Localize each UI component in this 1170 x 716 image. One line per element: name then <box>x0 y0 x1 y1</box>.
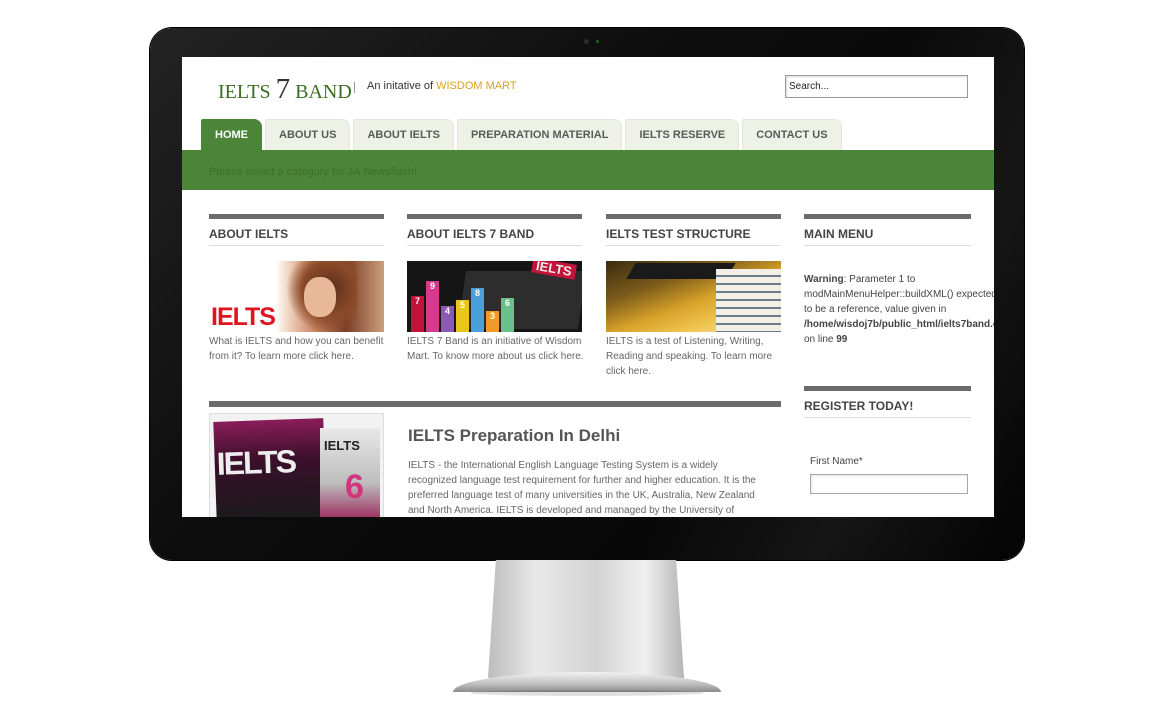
nav-tab-contact-us[interactable]: CONTACT US <box>742 119 842 150</box>
band-bar: 8 <box>471 288 484 332</box>
nav-tab-ielts-reserve[interactable]: IELTS RESERVE <box>625 119 740 150</box>
search-input[interactable] <box>785 75 968 98</box>
image-books <box>716 269 781 332</box>
main-navigation: HOME ABOUT US ABOUT IELTS PREPARATION MA… <box>201 119 842 150</box>
nav-tab-about-us[interactable]: ABOUT US <box>265 119 351 150</box>
monitor-stand <box>488 560 684 678</box>
sidebar-title: MAIN MENU <box>804 227 971 246</box>
logo-ielts: IELTS <box>218 81 271 103</box>
warning-line-prefix: on line <box>804 334 834 345</box>
sidebar-rule <box>804 386 971 391</box>
column-text[interactable]: What is IELTS and how you can benefit fr… <box>209 334 387 364</box>
column-rule <box>407 214 582 219</box>
nav-tab-home[interactable]: HOME <box>201 119 262 150</box>
php-warning: Warning: Parameter 1 to modMainMenuHelpe… <box>804 272 994 347</box>
feature-rule <box>209 401 781 407</box>
band-bars-image[interactable]: IELTS 7945836 <box>407 261 582 332</box>
column-rule <box>606 214 781 219</box>
tagline-prefix: An initative of <box>367 80 434 92</box>
column-text[interactable]: IELTS is a test of Listening, Writing, R… <box>606 334 784 379</box>
box-number-six: 6 <box>345 468 364 506</box>
webcam-led <box>596 40 599 43</box>
band-bar: 3 <box>486 311 499 332</box>
column-text[interactable]: IELTS 7 Band is an initiative of Wisdom … <box>407 334 585 364</box>
column-title: ABOUT IELTS <box>209 227 384 246</box>
site-logo[interactable]: IELTS 7 BAND <box>218 73 352 106</box>
band-bar: 4 <box>441 306 454 332</box>
about-ielts-image[interactable]: IELTS <box>209 261 384 332</box>
feature-image[interactable]: IELTS IELTS 6 <box>209 413 384 517</box>
column-ielts-test-structure: IELTS TEST STRUCTURE IELTS is a test of … <box>606 214 781 404</box>
band-bar: 7 <box>411 296 424 332</box>
newsflash-banner: Please select a category for JA Newsflas… <box>182 150 994 190</box>
tagline-divider <box>354 82 355 93</box>
box-ielts-text-small: IELTS <box>324 438 360 453</box>
sidebar-main-menu: MAIN MENU Warning: Parameter 1 to modMai… <box>804 214 994 364</box>
warning-line: 99 <box>836 334 848 345</box>
box-ielts-text: IELTS <box>216 443 296 482</box>
website-screen: IELTS 7 BAND An initative of WISDOM MART… <box>182 57 994 517</box>
nav-tab-preparation-material[interactable]: PREPARATION MATERIAL <box>456 119 623 150</box>
sidebar-register: REGISTER TODAY! First Name* <box>804 386 994 517</box>
sidebar-rule <box>804 214 971 219</box>
graduation-image[interactable] <box>606 261 781 332</box>
column-about-ielts: ABOUT IELTS IELTS What is IELTS and how … <box>209 214 384 404</box>
column-about-ielts-7-band: ABOUT IELTS 7 BAND IELTS 7945836 IELTS 7… <box>407 214 585 404</box>
feature-text: IELTS - the International English Langua… <box>408 460 756 516</box>
column-title: IELTS TEST STRUCTURE <box>606 227 781 246</box>
logo-seven: 7 <box>275 73 291 105</box>
column-title: ABOUT IELTS 7 BAND <box>407 227 582 246</box>
image-face <box>304 277 336 317</box>
monitor-shadow <box>470 690 704 696</box>
band-bar: 5 <box>456 300 469 332</box>
newsflash-message: Please select a category for JA Newsflas… <box>209 166 417 178</box>
image-ielts-word: IELTS <box>211 303 276 331</box>
first-name-label: First Name* <box>810 456 863 467</box>
tagline-brand[interactable]: WISDOM MART <box>436 80 516 92</box>
webcam <box>584 39 589 44</box>
ielts-cd-box: IELTS 6 <box>320 428 380 517</box>
warning-label: Warning <box>804 274 844 285</box>
first-name-input[interactable] <box>810 474 968 494</box>
ielts-book-box: IELTS <box>213 418 327 517</box>
warning-path: /home/wisdoj7b/public_html/ielts7band.co… <box>804 319 994 330</box>
band-bar: 9 <box>426 281 439 332</box>
band-bar: 6 <box>501 298 514 332</box>
nav-tab-about-ielts[interactable]: ABOUT IELTS <box>353 119 454 150</box>
sidebar-title: REGISTER TODAY! <box>804 399 971 418</box>
site-tagline: An initative of WISDOM MART <box>367 80 517 92</box>
column-rule <box>209 214 384 219</box>
site-header: IELTS 7 BAND An initative of WISDOM MART <box>182 57 994 119</box>
feature-title[interactable]: IELTS Preparation In Delhi <box>408 426 620 446</box>
logo-band: BAND <box>295 81 352 103</box>
